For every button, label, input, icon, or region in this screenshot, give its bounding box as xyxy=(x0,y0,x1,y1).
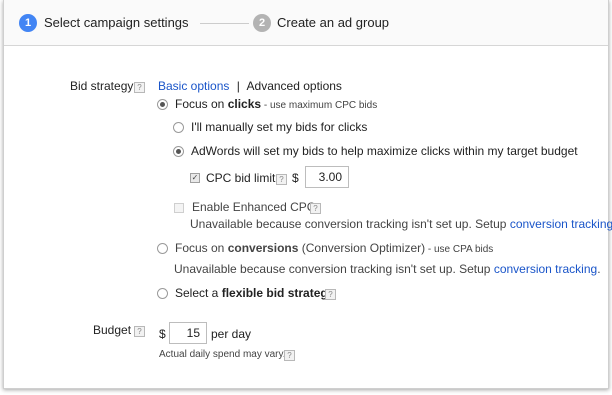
auto-bids-radio[interactable] xyxy=(173,146,184,157)
step-2-label[interactable]: Create an ad group xyxy=(277,15,389,30)
step-progress-bar: 1 Select campaign settings 2 Create an a… xyxy=(4,0,608,46)
enhanced-cpc-conversion-tracking-link[interactable]: conversion tracking xyxy=(510,217,612,231)
budget-unit-label: per day xyxy=(211,327,252,341)
options-separator: | xyxy=(236,79,240,93)
cpc-bid-limit-checkbox[interactable]: ✓ xyxy=(190,173,200,183)
flexible-bid-strategy-label: Select a flexible bid strategy xyxy=(175,286,335,300)
flexible-bid-strategy-help-icon[interactable]: ? xyxy=(325,289,336,300)
enhanced-cpc-checkbox[interactable] xyxy=(174,203,184,213)
budget-help-icon[interactable]: ? xyxy=(134,326,145,337)
basic-options-link[interactable]: Basic options xyxy=(158,79,229,93)
enhanced-cpc-help-icon[interactable]: ? xyxy=(310,203,321,214)
cpc-bid-limit-help-icon[interactable]: ? xyxy=(276,174,287,185)
budget-input[interactable] xyxy=(169,322,207,344)
step-1-number-icon: 1 xyxy=(19,14,37,32)
focus-clicks-label: Focus on clicks - use maximum CPC bids xyxy=(175,97,378,111)
flexible-bid-strategy-radio[interactable] xyxy=(157,288,168,299)
step-1-label[interactable]: Select campaign settings xyxy=(44,15,189,30)
step-2-number-icon: 2 xyxy=(253,14,271,32)
budget-note: Actual daily spend may vary. xyxy=(159,349,286,360)
auto-bids-label: AdWords will set my bids to help maximiz… xyxy=(191,144,578,158)
bid-strategy-label: Bid strategy xyxy=(70,79,134,93)
advanced-options-link[interactable]: Advanced options xyxy=(247,79,342,93)
budget-currency-symbol: $ xyxy=(159,327,166,341)
conversions-conversion-tracking-link[interactable]: conversion tracking xyxy=(494,262,597,276)
manual-bids-label: I'll manually set my bids for clicks xyxy=(191,120,368,134)
enhanced-cpc-note: Unavailable because conversion tracking … xyxy=(190,217,612,231)
focus-conversions-label: Focus on conversions (Conversion Optimiz… xyxy=(175,241,494,255)
budget-note-help-icon[interactable]: ? xyxy=(284,350,295,361)
enhanced-cpc-label: Enable Enhanced CPC xyxy=(192,200,316,214)
cpc-bid-limit-input[interactable] xyxy=(305,166,349,188)
budget-label: Budget xyxy=(93,323,132,337)
campaign-settings-panel: 1 Select campaign settings 2 Create an a… xyxy=(3,0,612,389)
focus-conversions-note: Unavailable because conversion tracking … xyxy=(174,262,601,276)
cpc-currency-symbol: $ xyxy=(292,171,299,185)
bid-strategy-help-icon[interactable]: ? xyxy=(134,82,145,93)
focus-conversions-radio[interactable] xyxy=(157,243,168,254)
bid-options-switch: Basic options | Advanced options xyxy=(158,79,342,93)
step-connector-line xyxy=(200,23,249,24)
focus-clicks-radio[interactable] xyxy=(157,99,168,110)
cpc-bid-limit-label: CPC bid limit xyxy=(206,171,276,185)
manual-bids-radio[interactable] xyxy=(173,122,184,133)
